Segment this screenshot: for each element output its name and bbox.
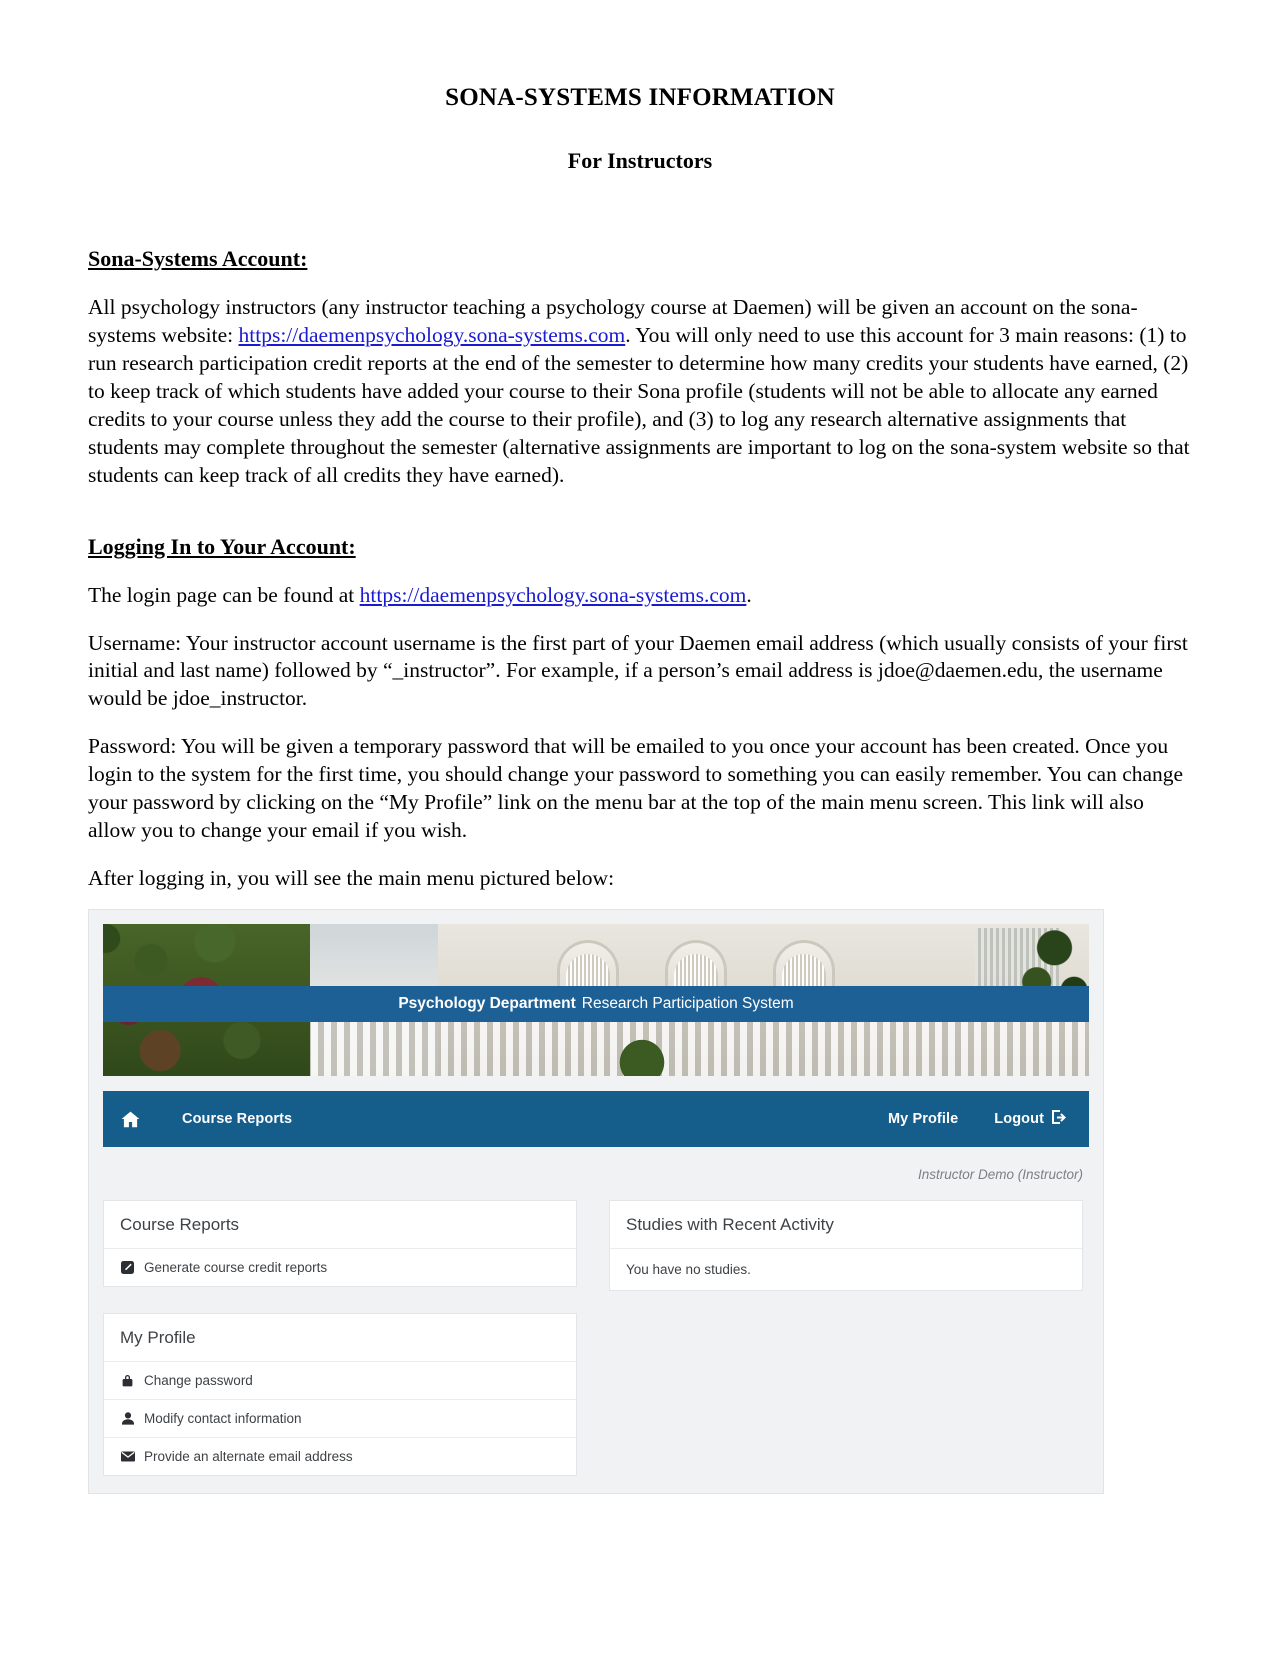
logged-in-user: Instructor Demo (Instructor) (917, 1167, 1083, 1182)
paragraph-login-page: The login page can be found at https://d… (88, 560, 1192, 610)
document-page: SONA-SYSTEMS INFORMATION For Instructors… (0, 0, 1280, 1656)
paragraph-account: All psychology instructors (any instruct… (88, 272, 1192, 490)
list-item-label: Provide an alternate email address (144, 1449, 353, 1464)
login-text-before: The login page can be found at (88, 582, 360, 607)
banner-title-strip: Psychology Department Research Participat… (103, 986, 1089, 1022)
section-heading-account: Sona-Systems Account: (88, 246, 308, 271)
dashboard-cards: Course Reports Generate course credit re… (103, 1182, 1089, 1502)
list-item-label: Change password (144, 1373, 253, 1388)
sign-out-icon (1052, 1110, 1067, 1128)
home-icon[interactable] (121, 1111, 140, 1128)
shrub (615, 1036, 668, 1076)
login-text-after: . (746, 582, 752, 607)
user-icon (120, 1412, 135, 1425)
list-item-label: Generate course credit reports (144, 1260, 328, 1275)
account-text-after: . You will only need to use this account… (88, 322, 1190, 487)
nav-item-logout[interactable]: Logout (994, 1110, 1067, 1128)
navbar-right-group: My Profile Logout (888, 1110, 1067, 1128)
nav-item-my-profile[interactable]: My Profile (888, 1111, 958, 1127)
card-studies-recent-activity: Studies with Recent Activity You have no… (609, 1200, 1083, 1291)
envelope-icon (120, 1451, 135, 1462)
banner-title-rest: Research Participation System (581, 995, 794, 1012)
site-banner-photo: Psychology Department Research Participat… (103, 924, 1089, 1076)
list-item-modify-contact[interactable]: Modify contact information (104, 1400, 576, 1438)
login-page-link[interactable]: https://daemenpsychology.sona-systems.co… (360, 583, 747, 607)
card-heading-my-profile: My Profile (104, 1314, 576, 1362)
paragraph-username: Username: Your instructor account userna… (88, 630, 1188, 711)
sona-systems-link[interactable]: https://daemenpsychology.sona-systems.co… (239, 323, 626, 347)
paragraph-caption: After logging in, you will see the main … (88, 866, 615, 891)
list-item-alternate-email[interactable]: Provide an alternate email address (104, 1438, 576, 1475)
list-item-label: Modify contact information (144, 1411, 302, 1426)
list-item-change-password[interactable]: Change password (104, 1362, 576, 1400)
card-heading-studies: Studies with Recent Activity (610, 1201, 1082, 1249)
nav-item-course-reports[interactable]: Course Reports (182, 1111, 292, 1127)
nav-item-logout-label: Logout (994, 1111, 1044, 1127)
navbar-left-group: Course Reports (121, 1111, 292, 1128)
page-subtitle: For Instructors (567, 148, 713, 173)
card-heading-course-reports: Course Reports (104, 1201, 576, 1249)
dashboard-column-right: Studies with Recent Activity You have no… (609, 1200, 1083, 1502)
lock-icon (120, 1374, 135, 1387)
dashboard-column-left: Course Reports Generate course credit re… (103, 1200, 577, 1502)
page-title: SONA-SYSTEMS INFORMATION (445, 84, 835, 111)
studies-empty-message: You have no studies. (626, 1262, 751, 1277)
section-heading-login: Logging In to Your Account: (88, 533, 356, 559)
paragraph-password: Password: You will be given a temporary … (88, 734, 1184, 843)
banner-title-bold: Psychology Department (398, 995, 576, 1012)
list-item-generate-reports[interactable]: Generate course credit reports (104, 1249, 576, 1286)
card-course-reports: Course Reports Generate course credit re… (103, 1200, 577, 1287)
card-my-profile: My Profile Change password Modify contac… (103, 1313, 577, 1476)
embedded-app-screenshot: Psychology Department Research Participat… (88, 909, 1104, 1494)
edit-square-icon (120, 1261, 135, 1274)
app-navbar: Course Reports My Profile Logout (103, 1091, 1089, 1147)
